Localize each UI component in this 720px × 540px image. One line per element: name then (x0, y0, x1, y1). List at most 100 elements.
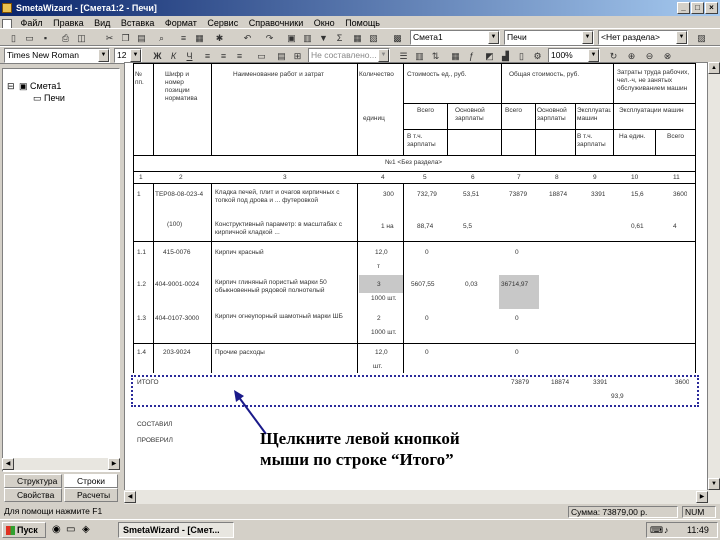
header-all1: Всего (417, 107, 435, 114)
close-button[interactable]: × (705, 2, 718, 14)
rows-icon[interactable]: ☰ (396, 49, 411, 63)
header-main-wage: Основной зарплаты (455, 107, 485, 122)
redo-icon[interactable]: ↷ (262, 31, 277, 45)
tool-icon[interactable]: ▨ (694, 31, 709, 45)
taskbar-app-button[interactable]: SmetaWizard - [Смет... (118, 522, 234, 538)
tab-properties[interactable]: Свойства (4, 488, 62, 502)
formula-icon[interactable]: ƒ (464, 49, 479, 63)
estimate-combo[interactable]: Смета1 ▼ (410, 30, 500, 45)
export-icon[interactable]: ▣ (284, 31, 299, 45)
open-icon[interactable]: ▭ (22, 31, 37, 45)
tab-rows[interactable]: Строки (64, 474, 118, 488)
wizard-icon[interactable]: ✱ (212, 31, 227, 45)
sum-icon[interactable]: Σ (332, 31, 347, 45)
scroll-left-icon[interactable]: ◀ (2, 458, 14, 470)
table-icon[interactable]: ▦ (192, 31, 207, 45)
tab-calculations[interactable]: Расчеты (64, 488, 118, 502)
minimize-button[interactable]: _ (677, 2, 690, 14)
desktop-icon[interactable]: ▭ (66, 524, 75, 535)
style-combo[interactable]: Не составлено... ▼ (308, 48, 390, 63)
merge-icon[interactable]: ⊞ (290, 49, 305, 63)
font-size-combo[interactable]: 12 ▼ (114, 48, 142, 63)
section-label: №1 <Без раздела> (385, 159, 443, 166)
clock: 11:49 (687, 525, 709, 535)
vertical-scrollbar[interactable]: ▲ ▼ (708, 62, 720, 504)
print-icon[interactable]: ⎙ (58, 31, 73, 45)
tree-expand-icon[interactable]: ⊟ (7, 81, 15, 92)
scroll-up-icon[interactable]: ▲ (708, 62, 720, 74)
filter-icon[interactable]: ▼ (316, 31, 331, 45)
row-cell: 0 (515, 315, 519, 322)
scroll-down-icon[interactable]: ▼ (708, 478, 720, 490)
copy-icon[interactable]: ❐ (118, 31, 133, 45)
align-center-icon[interactable]: ≡ (216, 49, 231, 63)
row-qty: 300 (383, 191, 394, 198)
layout-icon[interactable]: ▧ (366, 31, 381, 45)
find-icon[interactable]: ⌕ (154, 31, 169, 45)
cells-icon[interactable]: ▦ (448, 49, 463, 63)
image-icon[interactable]: ◩ (482, 49, 497, 63)
chart-icon[interactable]: ▟ (498, 49, 513, 63)
new-icon[interactable]: ▯ (6, 31, 21, 45)
section-tool-icon[interactable]: ▩ (390, 31, 405, 45)
zoom-combo[interactable]: 100% ▼ (548, 48, 600, 63)
volume-icon[interactable]: ♪ (664, 525, 669, 535)
header-expl-mach: Эксплуатации машин (619, 107, 684, 114)
scroll-right-icon[interactable]: ▶ (696, 491, 708, 503)
undo-icon[interactable]: ↶ (240, 31, 255, 45)
status-hint: Для помощи нажмите F1 (4, 506, 103, 516)
window-title-bar[interactable]: SmetaWizard - [Смета1:2 - Печи] _ □ × (0, 0, 720, 16)
underline-icon[interactable]: Ч (182, 49, 197, 63)
refresh-icon[interactable]: ↻ (606, 49, 621, 63)
border-icon[interactable]: ▭ (254, 49, 269, 63)
zoom-in-icon[interactable]: ⊕ (624, 49, 639, 63)
header-in-wage2: В т.ч. зарплаты (577, 133, 606, 148)
chevron-down-icon[interactable]: ▼ (98, 49, 109, 62)
align-right-icon[interactable]: ≡ (232, 49, 247, 63)
total-cell: 93,9 (611, 393, 624, 400)
insert-row-icon[interactable]: ≡ (176, 31, 191, 45)
zoom-out-icon[interactable]: ⊖ (642, 49, 657, 63)
grid-icon[interactable]: ▦ (350, 31, 365, 45)
chevron-down-icon[interactable]: ▼ (378, 49, 389, 62)
row-unit: 1000 шт. (371, 295, 397, 302)
row-num: 1.2 (137, 281, 147, 288)
section-combo[interactable]: Печи ▼ (504, 30, 594, 45)
subsection-combo[interactable]: <Нет раздела> ▼ (598, 30, 688, 45)
save-icon[interactable]: ▪ (38, 31, 53, 45)
selected-qty-cell[interactable] (359, 275, 403, 293)
page-icon[interactable]: ▯ (514, 49, 529, 63)
status-bar: Для помощи нажмите F1 Сумма: 73879,00 р.… (0, 505, 720, 519)
chevron-down-icon[interactable]: ▼ (582, 31, 593, 44)
cut-icon[interactable]: ✂ (102, 31, 117, 45)
settings-icon[interactable]: ⚙ (530, 49, 545, 63)
font-combo[interactable]: Times New Roman ▼ (4, 48, 110, 63)
start-button[interactable]: Пуск (2, 522, 46, 538)
chevron-down-icon[interactable]: ▼ (488, 31, 499, 44)
bold-icon[interactable]: Ж (150, 49, 165, 63)
italic-icon[interactable]: К (166, 49, 181, 63)
chevron-down-icon[interactable]: ▼ (130, 49, 141, 62)
calc-icon[interactable]: ▥ (300, 31, 315, 45)
maximize-button[interactable]: □ (691, 2, 704, 14)
close-preview-icon[interactable]: ⊗ (660, 49, 675, 63)
language-icon[interactable]: ⌨ (650, 525, 663, 536)
tree-item-estimate[interactable]: ▣ Смета1 (19, 81, 61, 92)
columns-icon[interactable]: ▥ (412, 49, 427, 63)
total-row[interactable]: ИТОГО 73879 18874 3391 3600 93,9 (131, 375, 699, 407)
horizontal-scrollbar[interactable]: ◀ ▶ (124, 490, 708, 504)
tree-item-section[interactable]: ▭ Печи (33, 93, 65, 104)
launch-icon[interactable]: ◈ (82, 524, 90, 535)
scroll-left-icon[interactable]: ◀ (124, 491, 136, 503)
browser-icon[interactable]: ◉ (52, 524, 61, 535)
tree-hscrollbar[interactable]: ◀ ▶ (2, 458, 120, 470)
scroll-right-icon[interactable]: ▶ (108, 458, 120, 470)
chevron-down-icon[interactable]: ▼ (588, 49, 599, 62)
chevron-down-icon[interactable]: ▼ (676, 31, 687, 44)
sort-icon[interactable]: ⇅ (428, 49, 443, 63)
align-left-icon[interactable]: ≡ (200, 49, 215, 63)
preview-icon[interactable]: ◫ (74, 31, 89, 45)
paste-icon[interactable]: ▤ (134, 31, 149, 45)
tab-structure[interactable]: Структура (4, 474, 62, 488)
fill-icon[interactable]: ▤ (274, 49, 289, 63)
